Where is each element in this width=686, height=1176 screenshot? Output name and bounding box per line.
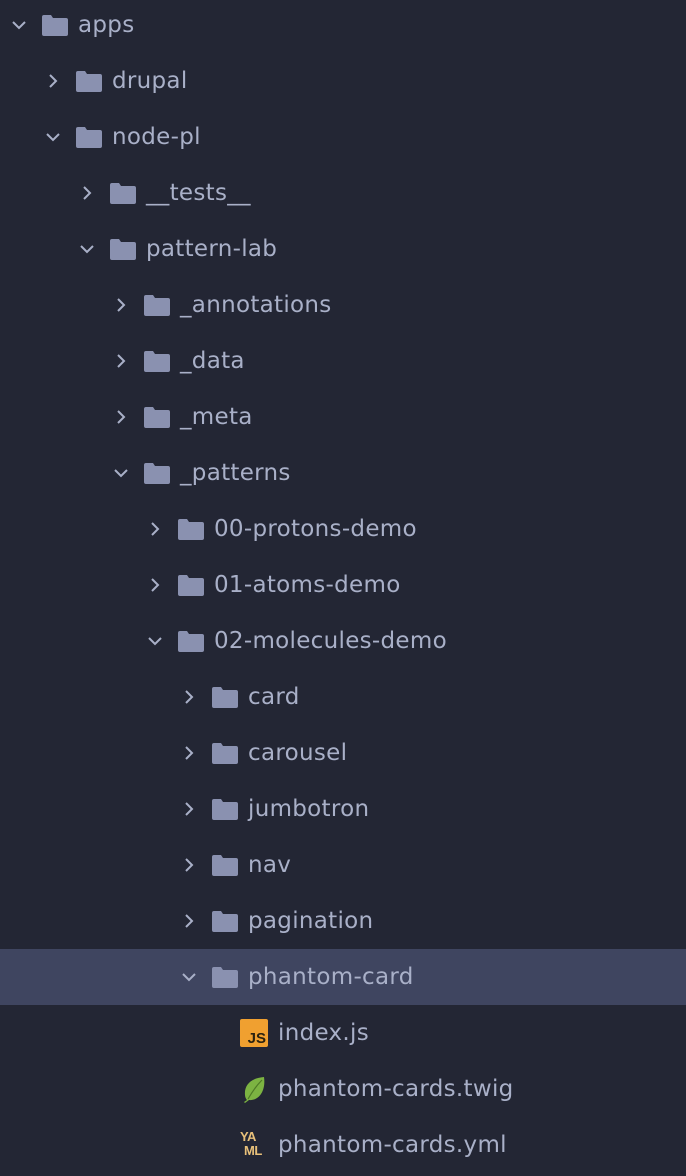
folder-icon <box>42 14 68 36</box>
chevron-right-icon[interactable] <box>112 352 130 370</box>
tree-row-carousel[interactable]: carousel <box>0 725 686 781</box>
folder-icon <box>212 742 238 764</box>
tree-row-label: _data <box>180 348 245 374</box>
tree-row-label: drupal <box>112 68 188 94</box>
file-tree: apps drupal node-pl __tests__ pattern-la… <box>0 0 686 1176</box>
tree-row-label: apps <box>78 12 135 38</box>
tree-row-nav[interactable]: nav <box>0 837 686 893</box>
folder-icon <box>110 182 136 204</box>
tree-row-label: phantom-cards.yml <box>278 1132 507 1158</box>
folder-icon <box>212 798 238 820</box>
tree-row-index-js[interactable]: JS index.js <box>0 1005 686 1061</box>
folder-icon <box>76 126 102 148</box>
chevron-right-icon[interactable] <box>78 184 96 202</box>
chevron-down-icon[interactable] <box>180 968 198 986</box>
tree-row-label: card <box>248 684 300 710</box>
folder-icon <box>144 406 170 428</box>
twig-leaf-icon <box>240 1075 268 1103</box>
tree-row-drupal[interactable]: drupal <box>0 53 686 109</box>
chevron-down-icon[interactable] <box>146 632 164 650</box>
tree-row-label: node-pl <box>112 124 201 150</box>
tree-row-label: _meta <box>180 404 253 430</box>
tree-row-pagination[interactable]: pagination <box>0 893 686 949</box>
tree-row-phantom-card[interactable]: phantom-card <box>0 949 686 1005</box>
tree-row-tests[interactable]: __tests__ <box>0 165 686 221</box>
chevron-down-icon[interactable] <box>44 128 62 146</box>
chevron-right-icon[interactable] <box>180 688 198 706</box>
tree-row-label: phantom-card <box>248 964 414 990</box>
chevron-right-icon[interactable] <box>44 72 62 90</box>
folder-icon <box>178 518 204 540</box>
tree-row-pattern-lab[interactable]: pattern-lab <box>0 221 686 277</box>
yaml-badge-line1: YA <box>240 1129 256 1144</box>
chevron-right-icon[interactable] <box>112 408 130 426</box>
tree-row-00-protons-demo[interactable]: 00-protons-demo <box>0 501 686 557</box>
chevron-down-icon[interactable] <box>78 240 96 258</box>
folder-icon <box>212 910 238 932</box>
tree-row-phantom-cards-twig[interactable]: phantom-cards.twig <box>0 1061 686 1117</box>
yaml-file-icon: YA ML <box>240 1129 268 1159</box>
chevron-down-icon[interactable] <box>112 464 130 482</box>
tree-row-label: jumbotron <box>248 796 370 822</box>
folder-icon <box>178 630 204 652</box>
tree-row-02-molecules-demo[interactable]: 02-molecules-demo <box>0 613 686 669</box>
tree-row-01-atoms-demo[interactable]: 01-atoms-demo <box>0 557 686 613</box>
tree-row-label: _annotations <box>180 292 332 318</box>
folder-icon <box>212 966 238 988</box>
folder-icon <box>178 574 204 596</box>
chevron-down-icon[interactable] <box>10 16 28 34</box>
folder-icon <box>212 686 238 708</box>
chevron-right-icon[interactable] <box>146 576 164 594</box>
tree-row-patterns[interactable]: _patterns <box>0 445 686 501</box>
tree-row-phantom-cards-yml[interactable]: YA ML phantom-cards.yml <box>0 1117 686 1173</box>
folder-icon <box>110 238 136 260</box>
tree-row-label: pagination <box>248 908 374 934</box>
folder-icon <box>144 350 170 372</box>
chevron-right-icon[interactable] <box>180 744 198 762</box>
js-file-icon: JS <box>240 1019 268 1047</box>
tree-row-meta[interactable]: _meta <box>0 389 686 445</box>
tree-row-label: nav <box>248 852 292 878</box>
chevron-right-icon[interactable] <box>112 296 130 314</box>
tree-row-label: 01-atoms-demo <box>214 572 401 598</box>
tree-row-card[interactable]: card <box>0 669 686 725</box>
tree-row-annotations[interactable]: _annotations <box>0 277 686 333</box>
folder-icon <box>212 854 238 876</box>
tree-row-label: pattern-lab <box>146 236 278 262</box>
tree-row-data[interactable]: _data <box>0 333 686 389</box>
tree-row-jumbotron[interactable]: jumbotron <box>0 781 686 837</box>
yaml-badge-line2: ML <box>244 1143 262 1158</box>
tree-row-label: 00-protons-demo <box>214 516 417 542</box>
tree-row-label: __tests__ <box>146 180 251 206</box>
folder-icon <box>144 294 170 316</box>
chevron-right-icon[interactable] <box>180 856 198 874</box>
tree-row-label: 02-molecules-demo <box>214 628 447 654</box>
tree-row-label: index.js <box>278 1020 370 1046</box>
tree-row-node-pl[interactable]: node-pl <box>0 109 686 165</box>
tree-row-label: carousel <box>248 740 348 766</box>
folder-icon <box>144 462 170 484</box>
tree-row-label: _patterns <box>180 460 291 486</box>
tree-row-apps[interactable]: apps <box>0 0 686 53</box>
tree-row-label: phantom-cards.twig <box>278 1076 514 1102</box>
chevron-right-icon[interactable] <box>180 800 198 818</box>
folder-icon <box>76 70 102 92</box>
chevron-right-icon[interactable] <box>146 520 164 538</box>
js-badge-text: JS <box>247 1030 266 1047</box>
chevron-right-icon[interactable] <box>180 912 198 930</box>
